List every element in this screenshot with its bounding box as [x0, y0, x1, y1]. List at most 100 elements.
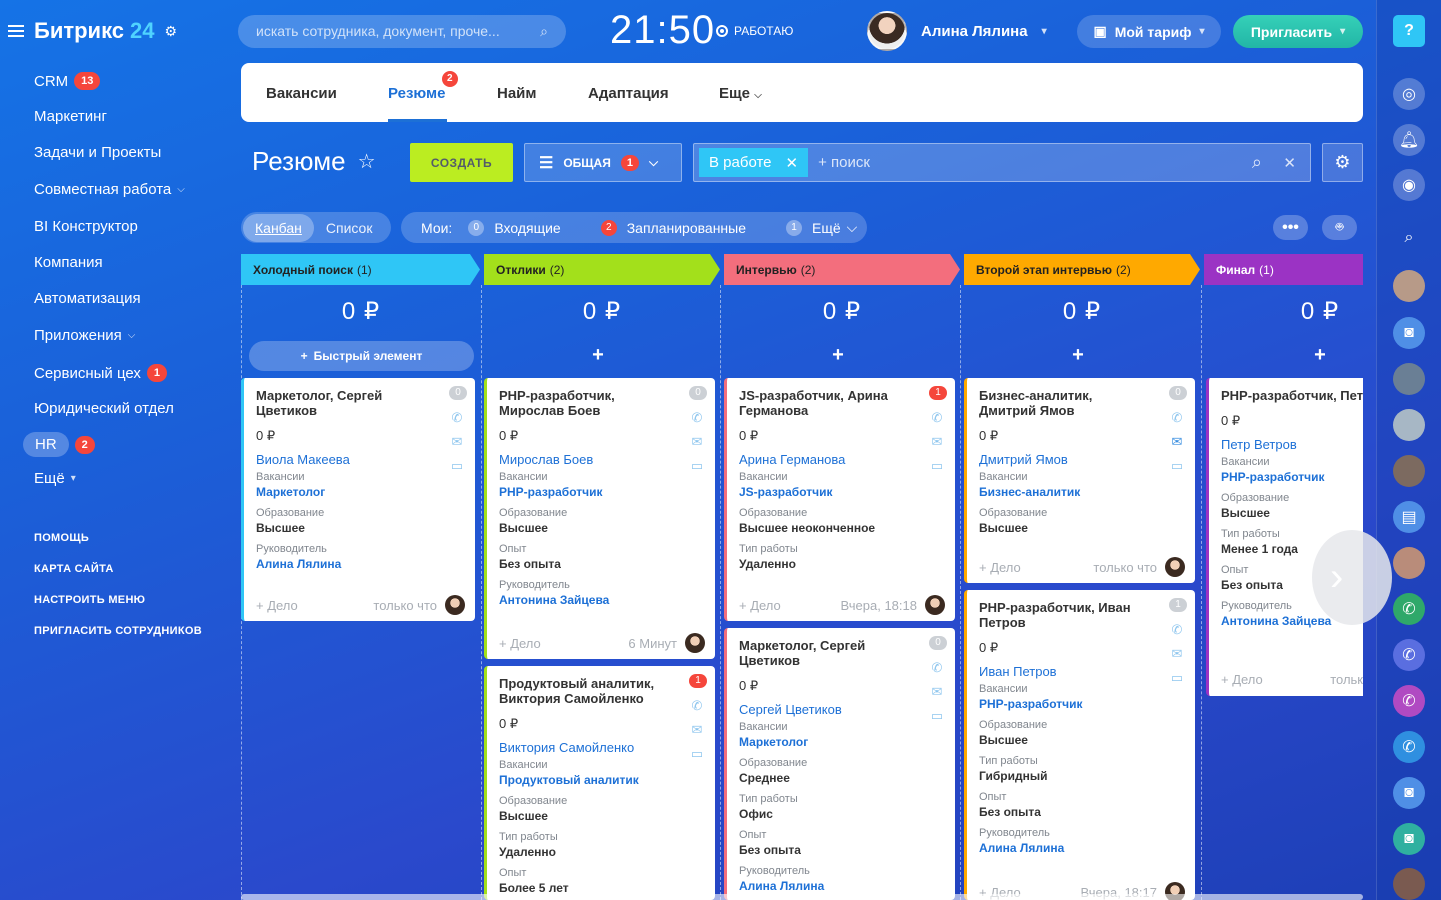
kanban-card[interactable]: Бизнес-аналитик, Дмитрий Ямов 0 ✆ ✉ ▭ 0 …	[964, 378, 1195, 583]
counter-planned[interactable]: Запланированные	[627, 220, 746, 236]
kanban-card[interactable]: Маркетолог, Сергей Цветиков 0 ✆ ✉ ▭ 0 ₽ …	[724, 628, 955, 900]
create-button[interactable]: СОЗДАТЬ	[410, 143, 513, 182]
invite-button[interactable]: Пригласить ▾	[1233, 15, 1363, 48]
group-icon[interactable]: ◙	[1393, 823, 1425, 855]
field-value[interactable]: Антонина Зайцева	[499, 593, 703, 607]
tab-hiring[interactable]: Найм	[497, 85, 537, 102]
kanban-card[interactable]: Продуктовый аналитик, Виктория Самойленк…	[484, 666, 715, 900]
card-title[interactable]: PHP-разработчик, Иван Петров	[979, 600, 1144, 630]
user-menu[interactable]: Алина Лялина ▾	[867, 11, 1047, 51]
view-list[interactable]: Список	[314, 220, 385, 236]
add-item-plus-icon[interactable]: +	[483, 344, 713, 367]
comment-icon[interactable]: ▭	[929, 458, 945, 473]
add-activity-link[interactable]: + Дело	[739, 598, 781, 613]
phone-icon[interactable]: ✆	[689, 410, 705, 425]
star-icon[interactable]: ☆	[358, 149, 376, 174]
add-item-plus-icon[interactable]: +	[963, 344, 1193, 367]
card-title[interactable]: Бизнес-аналитик, Дмитрий Ямов	[979, 388, 1144, 418]
card-contact[interactable]: Виктория Самойленко	[499, 740, 703, 755]
sidebar-item-legal[interactable]: Юридический отдел	[34, 400, 174, 417]
card-title[interactable]: JS-разработчик, Арина Германова	[739, 388, 904, 418]
sidebar-link-configure-menu[interactable]: НАСТРОИТЬ МЕНЮ	[34, 594, 145, 606]
contact-avatar-icon[interactable]	[1393, 868, 1425, 900]
clock[interactable]: 21:50	[610, 8, 715, 53]
mail-icon[interactable]: ✉	[929, 434, 945, 449]
card-contact[interactable]: Петр Ветров	[1221, 437, 1351, 452]
column-final[interactable]: Финал (1)	[1204, 254, 1363, 285]
field-value[interactable]: Продуктовый аналитик	[499, 773, 703, 787]
sidebar-link-sitemap[interactable]: КАРТА САЙТА	[34, 563, 114, 575]
kanban-card[interactable]: PHP-разработчик, Иван Петров 1 ✆ ✉ ▭ 0 ₽…	[964, 590, 1195, 900]
sidebar-link-help[interactable]: ПОМОЩЬ	[34, 532, 89, 544]
phone-icon[interactable]: ✆	[449, 410, 465, 425]
comment-icon[interactable]: ▭	[449, 458, 465, 473]
robot-icon[interactable]: 🤖︎	[1322, 215, 1357, 240]
field-value[interactable]: Алина Лялина	[739, 879, 943, 893]
gear-icon[interactable]: ⚙	[1322, 143, 1363, 182]
global-search-input[interactable]: искать сотрудника, документ, проче... ⌕	[238, 15, 566, 48]
kanban-card[interactable]: Маркетолог, Сергей Цветиков 0 ✆ ✉ ▭ 0 ₽ …	[241, 378, 475, 621]
close-icon[interactable]: ✕	[786, 154, 799, 172]
search-icon[interactable]: ⌕	[540, 23, 548, 40]
mail-icon[interactable]: ✉	[689, 434, 705, 449]
add-activity-link[interactable]: + Дело	[499, 636, 541, 651]
tab-vacancies[interactable]: Вакансии	[266, 85, 337, 102]
filter-search-input[interactable]: В работе ✕ + поиск ⌕ ✕	[693, 143, 1311, 182]
sidebar-item-automation[interactable]: Автоматизация	[34, 290, 141, 307]
tab-more[interactable]: Еще ⌵	[719, 85, 762, 102]
comment-icon[interactable]: ▭	[1169, 458, 1185, 473]
kanban-card[interactable]: PHP-разработчик, Мирослав Боев 0 ✆ ✉ ▭ 0…	[484, 378, 715, 659]
search-icon[interactable]: ⌕	[1252, 152, 1262, 173]
contact-avatar-icon[interactable]	[1393, 547, 1425, 579]
sidebar-item-tasks[interactable]: Задачи и Проекты	[34, 144, 161, 161]
view-kanban[interactable]: Канбан	[243, 213, 314, 242]
card-contact[interactable]: Сергей Цветиков	[739, 702, 943, 717]
horizontal-scrollbar[interactable]	[241, 894, 1363, 900]
sidebar-item-more[interactable]: Ещё ▾	[34, 470, 76, 487]
tab-adaptation[interactable]: Адаптация	[588, 85, 669, 102]
mail-icon[interactable]: ✉	[689, 722, 705, 737]
phone-icon[interactable]: ✆	[929, 410, 945, 425]
field-value[interactable]: PHP-разработчик	[1221, 470, 1351, 484]
card-contact[interactable]: Иван Петров	[979, 664, 1183, 679]
field-value[interactable]: PHP-разработчик	[499, 485, 703, 499]
comment-icon[interactable]: ▭	[689, 458, 705, 473]
column-responses[interactable]: Отклики (2)	[484, 254, 720, 285]
phone-icon[interactable]: ✆	[1393, 593, 1425, 625]
kanban-card[interactable]: JS-разработчик, Арина Германова 1 ✆ ✉ ▭ …	[724, 378, 955, 621]
phone-icon[interactable]: ✆	[1393, 639, 1425, 671]
phone-icon[interactable]: ✆	[1393, 685, 1425, 717]
field-value[interactable]: Бизнес-аналитик	[979, 485, 1183, 499]
counter-incoming[interactable]: Входящие	[494, 220, 560, 236]
mail-icon[interactable]: ✉	[1169, 646, 1185, 661]
counter-more[interactable]: Ещё	[812, 220, 841, 236]
phone-icon[interactable]: ✆	[689, 698, 705, 713]
pulse-icon[interactable]: ◎	[1393, 78, 1425, 110]
group-icon[interactable]: ◙	[1393, 777, 1425, 809]
sidebar-item-marketing[interactable]: Маркетинг	[34, 108, 107, 125]
help-icon[interactable]: ?	[1393, 15, 1425, 47]
comment-icon[interactable]: ▭	[689, 746, 705, 761]
scroll-right-button[interactable]: ›	[1312, 530, 1392, 625]
contact-avatar-icon[interactable]	[1393, 409, 1425, 441]
filter-chip[interactable]: В работе ✕	[699, 148, 809, 177]
quick-add-button[interactable]: + Быстрый элемент	[249, 341, 474, 371]
card-contact[interactable]: Виола Макеева	[256, 452, 463, 467]
card-title[interactable]: Маркетолог, Сергей Цветиков	[739, 638, 904, 668]
sidebar-item-collab[interactable]: Совместная работа ⌵	[34, 181, 185, 198]
comment-icon[interactable]: ▭	[929, 708, 945, 723]
field-value[interactable]: Маркетолог	[256, 485, 463, 499]
work-status[interactable]: РАБОТАЮ	[716, 24, 793, 38]
sidebar-item-crm[interactable]: CRM 13	[34, 72, 101, 90]
tab-resume[interactable]: Резюме	[388, 85, 445, 102]
field-value[interactable]: Алина Лялина	[256, 557, 463, 571]
mail-icon[interactable]: ✉	[929, 684, 945, 699]
add-item-plus-icon[interactable]: +	[723, 344, 953, 367]
comment-icon[interactable]: ▭	[1169, 670, 1185, 685]
field-value[interactable]: Маркетолог	[739, 735, 943, 749]
chat-icon[interactable]: ◉	[1393, 169, 1425, 201]
phone-icon[interactable]: ✆	[929, 660, 945, 675]
contact-card-icon[interactable]: ▤	[1393, 501, 1425, 533]
sidebar-link-invite-staff[interactable]: ПРИГЛАСИТЬ СОТРУДНИКОВ	[34, 625, 202, 637]
field-value[interactable]: Алина Лялина	[979, 841, 1183, 855]
